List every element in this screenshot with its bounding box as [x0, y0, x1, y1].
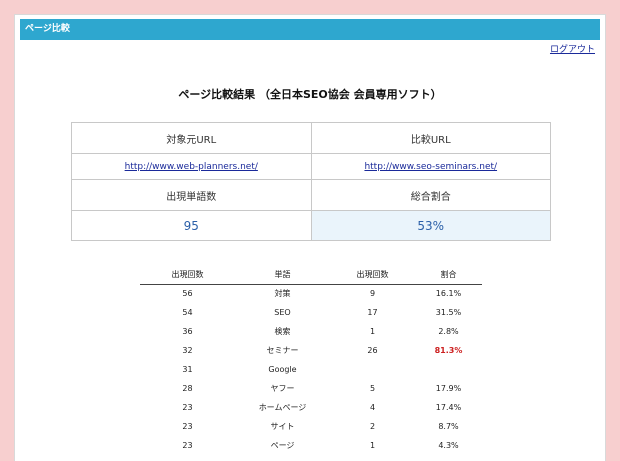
target-count-cell: 26: [367, 346, 378, 355]
word-cell: Google: [268, 365, 297, 374]
ratio-cell: 17.4%: [435, 403, 462, 412]
target-count-cell: 4: [369, 403, 376, 412]
ratio-cell: 4.3%: [438, 441, 459, 450]
ratio-cell: [415, 360, 482, 379]
table-row: 32 セミナー 26 81.3%: [140, 341, 482, 360]
target-url-cell: http://www.seo-seminars.net/: [310, 153, 551, 180]
col-header-source-count: 出現回数: [140, 265, 235, 285]
source-url-cell: http://www.web-planners.net/: [71, 153, 312, 180]
ratio-cell: 16.1%: [435, 289, 462, 299]
target-count-cell: 17: [367, 308, 378, 317]
ratio-cell: 81.3%: [434, 346, 463, 355]
source-count-cell: 23: [182, 403, 193, 412]
word-frequency-table: 出現回数 単語 出現回数 割合 56 対策 9 16.1% 54 SEO 17 31.5% 36…: [140, 265, 482, 455]
word-cell: SEO: [274, 308, 291, 317]
target-count-cell: [330, 360, 415, 379]
comparison-table: 対象元URL 比較URL http://www.web-planners.net…: [71, 122, 551, 241]
word-cell: ページ: [270, 441, 295, 450]
word-cell: 対策: [274, 289, 291, 299]
word-count-value: 95: [71, 210, 312, 241]
word-cell: ホームページ: [258, 403, 307, 412]
target-count-cell: 1: [369, 327, 376, 336]
table-row: 36 検索 1 2.8%: [140, 322, 482, 341]
word-count-label: 出現単語数: [71, 179, 312, 211]
word-cell: ヤフー: [270, 384, 295, 393]
source-count-cell: 23: [182, 441, 193, 450]
window-title: ページ比較: [20, 19, 600, 40]
target-url-label: 比較URL: [310, 122, 551, 154]
source-count-cell: 23: [182, 422, 193, 431]
target-count-cell: 9: [369, 289, 376, 299]
ratio-cell: 8.7%: [438, 422, 459, 431]
target-count-cell: 1: [369, 441, 376, 450]
word-cell: セミナー: [266, 346, 299, 355]
ratio-cell: 31.5%: [435, 308, 462, 317]
page-heading: ページ比較結果 （全日本SEO協会 会員専用ソフト）: [178, 88, 442, 101]
source-count-cell: 32: [182, 346, 193, 355]
source-url-link[interactable]: http://www.web-planners.net/: [125, 162, 258, 172]
target-count-cell: 5: [369, 384, 376, 393]
source-count-cell: 56: [182, 289, 193, 299]
source-count-cell: 28: [182, 384, 193, 393]
table-row: 56 対策 9 16.1%: [140, 284, 482, 303]
target-url-link[interactable]: http://www.seo-seminars.net/: [364, 162, 497, 172]
total-ratio-value: 53%: [310, 210, 551, 241]
table-row: 54 SEO 17 31.5%: [140, 303, 482, 322]
source-count-cell: 31: [182, 365, 193, 374]
word-cell: サイト: [270, 422, 295, 431]
logout-link[interactable]: ログアウト: [550, 42, 595, 55]
total-ratio-label: 総合割合: [310, 179, 551, 211]
word-cell: 検索: [274, 327, 291, 336]
source-url-label: 対象元URL: [71, 122, 312, 154]
ratio-cell: 17.9%: [435, 384, 462, 393]
main-panel: ページ比較 ログアウト ページ比較結果 （全日本SEO協会 会員専用ソフト） 対…: [14, 14, 606, 461]
table-row: 23 ホームページ 4 17.4%: [140, 398, 482, 417]
table-row: 31 Google: [140, 360, 482, 379]
ratio-cell: 2.8%: [438, 327, 459, 336]
table-row: 23 ページ 1 4.3%: [140, 436, 482, 455]
table-row: 23 サイト 2 8.7%: [140, 417, 482, 436]
col-header-word: 単語: [235, 265, 330, 285]
source-count-cell: 54: [182, 308, 193, 317]
col-header-ratio: 割合: [415, 265, 482, 285]
table-row: 28 ヤフー 5 17.9%: [140, 379, 482, 398]
source-count-cell: 36: [182, 327, 193, 336]
target-count-cell: 2: [369, 422, 376, 431]
col-header-target-count: 出現回数: [330, 265, 415, 285]
